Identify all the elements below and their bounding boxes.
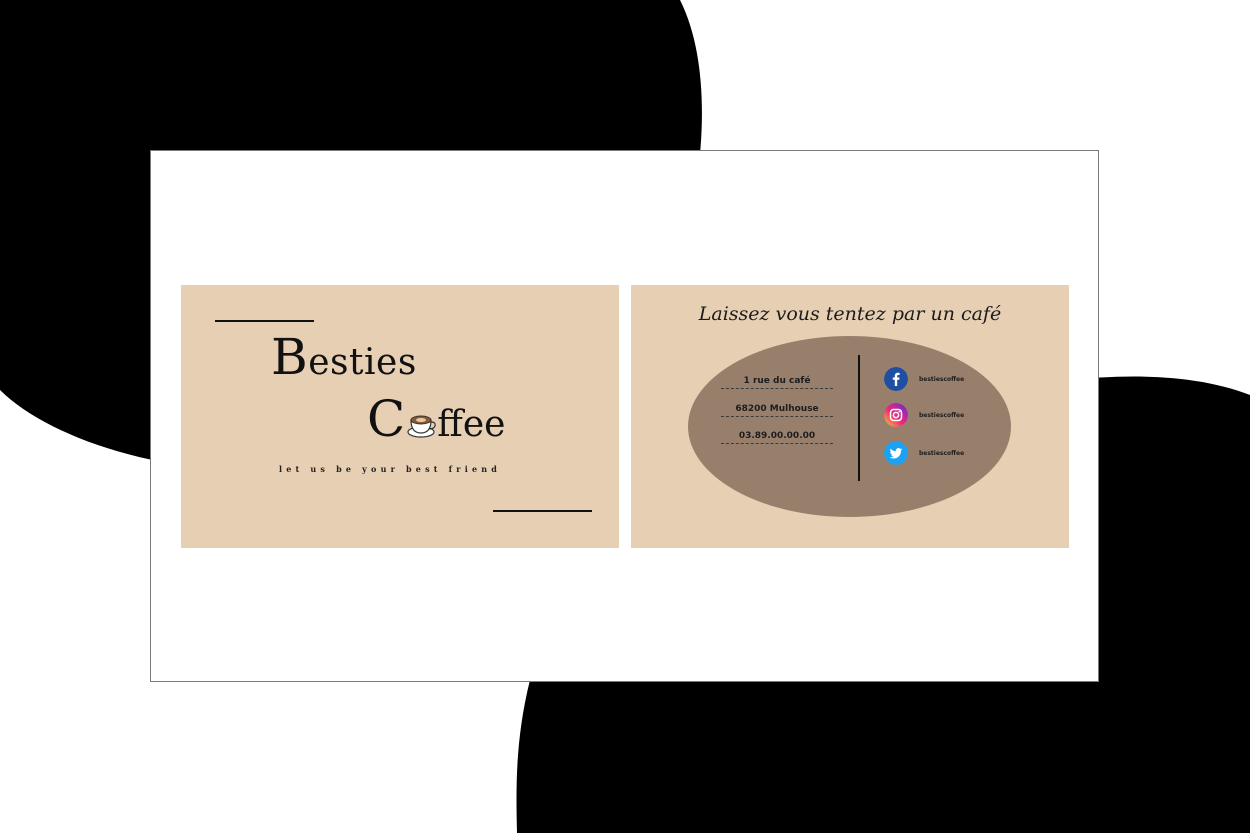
social-facebook: bestiescoffee — [884, 367, 964, 391]
business-card-front: Besties C ffee let us be your best frien… — [181, 285, 619, 548]
brand-word-coffee-rest: ffee — [437, 404, 506, 445]
brand-tagline: let us be your best friend — [279, 464, 502, 474]
brand-word-besties: Besties — [271, 332, 417, 385]
social-twitter: bestiescoffee — [884, 441, 964, 465]
address-street: 1 rue du café — [721, 376, 833, 389]
decorative-rule-bottom — [493, 510, 592, 512]
brand-word-coffee: C ffee — [367, 390, 506, 448]
twitter-icon — [884, 441, 908, 465]
instagram-icon — [884, 403, 908, 427]
brand-initial-b: B — [271, 328, 309, 386]
coffee-cup-icon — [407, 415, 437, 438]
vertical-divider — [858, 355, 860, 481]
facebook-icon — [884, 367, 908, 391]
brand-initial-c: C — [367, 390, 406, 448]
social-instagram: bestiescoffee — [884, 403, 964, 427]
phone-number: 03.89.00.00.00 — [721, 431, 833, 444]
brand-logo: Besties C ffee — [181, 285, 619, 548]
business-card-back: Laissez vous tentez par un café 1 rue du… — [631, 285, 1069, 548]
brand-word-besties-rest: esties — [308, 342, 417, 383]
business-card-sheet: Besties C ffee let us be your best frien… — [150, 150, 1099, 682]
twitter-handle: bestiescoffee — [919, 449, 965, 457]
slogan-heading: Laissez vous tentez par un café — [698, 303, 1002, 325]
facebook-handle: bestiescoffee — [919, 375, 965, 383]
instagram-handle: bestiescoffee — [919, 411, 965, 419]
address-city: 68200 Mulhouse — [721, 404, 833, 417]
